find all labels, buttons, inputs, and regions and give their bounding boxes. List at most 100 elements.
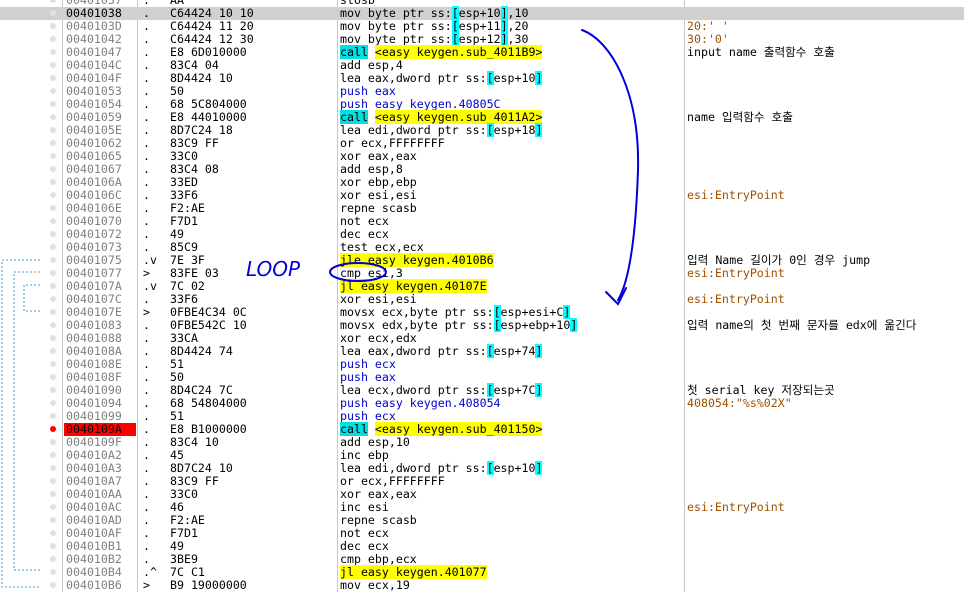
listing-row[interactable]: 004010B6 > B9 19000000 mov ecx,19 [0, 579, 964, 592]
breakpoint-slot[interactable] [50, 231, 56, 237]
breakpoint-slot[interactable] [50, 10, 56, 16]
breakpoint-slot[interactable] [50, 153, 56, 159]
breakpoint-slot[interactable] [50, 361, 56, 367]
opcode-bytes-cell[interactable]: 8D4424 74 [170, 345, 338, 358]
breakpoint-slot[interactable] [50, 309, 56, 315]
comment-cell[interactable]: esi:EntryPoint [687, 501, 964, 514]
comment-cell[interactable] [687, 423, 964, 436]
comment-cell[interactable] [687, 137, 964, 150]
breakpoint-slot[interactable] [50, 517, 56, 523]
breakpoint-slot[interactable] [50, 491, 56, 497]
opcode-bytes-cell[interactable]: 83C4 10 [170, 436, 338, 449]
comment-cell[interactable] [687, 462, 964, 475]
disassembly-cell[interactable]: not ecx [340, 527, 685, 540]
breakpoint-slot[interactable] [50, 387, 56, 393]
breakpoint-slot[interactable] [50, 569, 56, 575]
breakpoint-slot[interactable] [50, 127, 56, 133]
comment-cell[interactable] [687, 553, 964, 566]
breakpoint-slot[interactable] [50, 348, 56, 354]
comment-cell[interactable] [687, 332, 964, 345]
breakpoint-slot[interactable] [50, 0, 56, 3]
disassembly-cell[interactable]: xor eax,eax [340, 488, 685, 501]
comment-cell[interactable] [687, 527, 964, 540]
comment-cell[interactable] [687, 124, 964, 137]
comment-cell[interactable] [687, 0, 964, 7]
breakpoint-slot[interactable] [50, 413, 56, 419]
comment-cell[interactable] [687, 59, 964, 72]
comment-cell[interactable] [687, 475, 964, 488]
breakpoint-slot[interactable] [50, 257, 56, 263]
breakpoint-slot[interactable] [50, 335, 56, 341]
comment-cell[interactable]: name 입력함수 호출 [687, 111, 964, 124]
comment-cell[interactable] [687, 358, 964, 371]
disassembly-cell[interactable]: repne scasb [340, 514, 685, 527]
comment-cell[interactable] [687, 150, 964, 163]
comment-cell[interactable] [687, 579, 964, 592]
opcode-bytes-cell[interactable]: B9 19000000 [170, 579, 338, 592]
address-cell[interactable]: 004010B6 [64, 579, 136, 592]
breakpoint-slot[interactable] [50, 140, 56, 146]
comment-cell[interactable] [687, 215, 964, 228]
comment-cell[interactable] [687, 228, 964, 241]
breakpoint-slot[interactable] [50, 88, 56, 94]
comment-cell[interactable] [687, 410, 964, 423]
breakpoint-slot[interactable] [50, 205, 56, 211]
breakpoint-slot[interactable] [50, 465, 56, 471]
comment-cell[interactable] [687, 566, 964, 579]
breakpoint-slot[interactable] [50, 49, 56, 55]
breakpoint-slot[interactable] [50, 75, 56, 81]
breakpoint-slot[interactable] [50, 478, 56, 484]
comment-cell[interactable]: esi:EntryPoint [687, 293, 964, 306]
opcode-bytes-cell[interactable]: 8D4424 10 [170, 72, 338, 85]
breakpoint-slot[interactable] [50, 530, 56, 536]
disassembly-listing[interactable]: 00401037. AA stosb 00401038. C64424 10 10 mov… [0, 0, 964, 592]
breakpoint-slot[interactable] [50, 218, 56, 224]
opcode-bytes-cell[interactable]: 33C0 [170, 488, 338, 501]
breakpoint-slot[interactable] [50, 322, 56, 328]
breakpoint-slot[interactable] [50, 283, 56, 289]
opcode-bytes-cell[interactable]: F7D1 [170, 215, 338, 228]
breakpoint-slot[interactable] [50, 62, 56, 68]
comment-cell[interactable]: input name 출력함수 호출 [687, 46, 964, 59]
comment-cell[interactable] [687, 85, 964, 98]
breakpoint-slot[interactable] [50, 179, 56, 185]
comment-cell[interactable] [687, 514, 964, 527]
disassembly-cell[interactable]: add esp,10 [340, 436, 685, 449]
comment-cell[interactable] [687, 436, 964, 449]
comment-cell[interactable] [687, 202, 964, 215]
comment-cell[interactable] [687, 449, 964, 462]
comment-cell[interactable] [687, 163, 964, 176]
breakpoint-slot[interactable] [50, 556, 56, 562]
opcode-bytes-cell[interactable]: 51 [170, 358, 338, 371]
flow-marker: > [143, 578, 150, 592]
breakpoint-slot[interactable] [50, 270, 56, 276]
breakpoint-slot[interactable] [50, 439, 56, 445]
comment-cell[interactable]: 408054:"%s%02X" [687, 397, 964, 410]
breakpoint-slot[interactable] [50, 192, 56, 198]
breakpoint-slot[interactable] [50, 296, 56, 302]
breakpoint-slot[interactable] [50, 166, 56, 172]
comment-cell[interactable] [687, 540, 964, 553]
disassembly-cell[interactable]: mov ecx,19 [340, 579, 685, 592]
breakpoint-slot[interactable] [50, 543, 56, 549]
breakpoint-slot[interactable] [50, 23, 56, 29]
breakpoint-slot[interactable] [50, 400, 56, 406]
breakpoint-slot[interactable] [50, 452, 56, 458]
breakpoint-slot[interactable] [50, 582, 56, 588]
comment-cell[interactable]: 입력 name의 첫 번째 문자를 edx에 옮긴다 [687, 319, 964, 332]
comment-cell[interactable]: esi:EntryPoint [687, 189, 964, 202]
breakpoint-slot[interactable] [50, 374, 56, 380]
comment-cell[interactable] [687, 72, 964, 85]
comment-cell[interactable]: esi:EntryPoint [687, 267, 964, 280]
breakpoint-slot[interactable] [50, 36, 56, 42]
breakpoint-slot[interactable] [50, 114, 56, 120]
breakpoint-dot[interactable] [50, 426, 56, 432]
breakpoint-slot[interactable] [50, 504, 56, 510]
disassembly-cell[interactable]: not ecx [340, 215, 685, 228]
breakpoint-slot[interactable] [50, 101, 56, 107]
disassembly-cell[interactable]: repne scasb [340, 202, 685, 215]
breakpoint-slot[interactable] [50, 244, 56, 250]
opcode-bytes-cell[interactable]: F7D1 [170, 527, 338, 540]
opcode-bytes-cell[interactable]: 68 54804000 [170, 397, 338, 410]
comment-cell[interactable] [687, 345, 964, 358]
